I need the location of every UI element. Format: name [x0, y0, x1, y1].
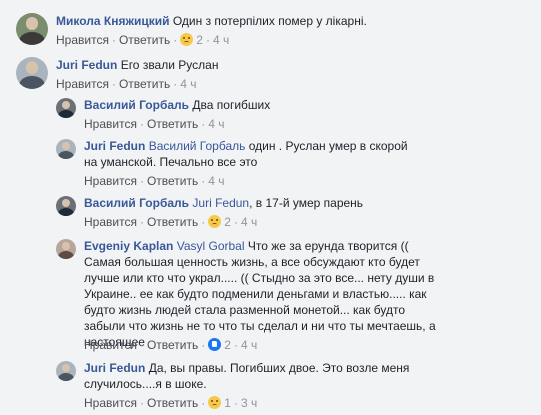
reply-link[interactable]: Ответить: [147, 396, 198, 410]
like-reaction-icon[interactable]: [208, 338, 222, 351]
comment-time[interactable]: 4 ч: [213, 33, 229, 47]
avatar[interactable]: [56, 196, 76, 216]
comment-text: Его звали Руслан: [120, 58, 219, 72]
reaction-count[interactable]: 2: [224, 215, 231, 229]
like-link[interactable]: Нравится: [84, 338, 137, 352]
like-link[interactable]: Нравится: [84, 396, 137, 410]
comment-author[interactable]: Juri Fedun: [56, 58, 117, 72]
like-link[interactable]: Нравится: [84, 117, 137, 131]
comment-mention[interactable]: Juri Fedun: [192, 196, 249, 210]
like-link[interactable]: Нравится: [56, 77, 109, 91]
comment-actions: Нравится · Ответить · 4 ч: [84, 117, 225, 131]
avatar[interactable]: [16, 57, 48, 89]
comment-body: Микола Княжицкий Один з потерпілих помер…: [56, 13, 526, 29]
avatar[interactable]: [16, 13, 48, 45]
reply-link[interactable]: Ответить: [147, 338, 198, 352]
comment-actions: Нравится · Ответить · 4 ч: [56, 77, 197, 91]
avatar[interactable]: [56, 239, 76, 259]
comment-body: Василий Горбаль Juri Fedun, в 17-й умер …: [84, 195, 524, 211]
comment-text: , в 17-й умер парень: [249, 196, 364, 210]
comment-mention[interactable]: Василий Горбаль: [149, 139, 246, 153]
reaction-count[interactable]: 2: [224, 338, 231, 352]
reaction-count[interactable]: 2: [196, 33, 203, 47]
comment-body: Juri Fedun Его звали Руслан: [56, 57, 526, 73]
like-link[interactable]: Нравится: [84, 174, 137, 188]
avatar[interactable]: [56, 139, 76, 159]
comment-author[interactable]: Juri Fedun: [84, 361, 145, 375]
reaction-count[interactable]: 1: [224, 396, 231, 410]
comment-actions: Нравится · Ответить · 4 ч: [84, 174, 225, 188]
reply-link[interactable]: Ответить: [147, 215, 198, 229]
avatar[interactable]: [56, 98, 76, 118]
comment-text: Что же за ерунда творится (( Самая больш…: [84, 239, 436, 349]
sad-reaction-icon[interactable]: [208, 215, 222, 228]
comment-author[interactable]: Микола Княжицкий: [56, 14, 169, 28]
comment-actions: Нравится · Ответить · 2 · 4 ч: [84, 338, 258, 352]
reply-link[interactable]: Ответить: [147, 174, 198, 188]
comment-actions: Нравится · Ответить · 1 · 3 ч: [84, 396, 258, 410]
like-link[interactable]: Нравится: [56, 33, 109, 47]
comment-author[interactable]: Evgeniy Kaplan: [84, 239, 173, 253]
comment-text: Два погибших: [192, 98, 271, 112]
comment-time[interactable]: 4 ч: [241, 215, 257, 229]
comment-body: Evgeniy Kaplan Vasyl Gorbal Что же за ер…: [84, 238, 442, 350]
comment-time[interactable]: 3 ч: [241, 396, 257, 410]
comment-time[interactable]: 4 ч: [241, 338, 257, 352]
sad-reaction-icon[interactable]: [208, 396, 222, 409]
comment-actions: Нравится · Ответить · 2 · 4 ч: [84, 215, 258, 229]
comment-body: Juri Fedun Да, вы правы. Погибших двое. …: [84, 360, 434, 392]
reply-link[interactable]: Ответить: [119, 33, 170, 47]
comment-time[interactable]: 4 ч: [208, 117, 224, 131]
avatar[interactable]: [56, 361, 76, 381]
comment-mention[interactable]: Vasyl Gorbal: [177, 239, 245, 253]
comment-text: Один з потерпілих помер у лікарні.: [172, 14, 367, 28]
comment-author[interactable]: Василий Горбаль: [84, 196, 189, 210]
comment-author[interactable]: Juri Fedun: [84, 139, 145, 153]
reply-link[interactable]: Ответить: [119, 77, 170, 91]
like-link[interactable]: Нравится: [84, 215, 137, 229]
comment-body: Василий Горбаль Два погибших: [84, 97, 524, 113]
comment-body: Juri Fedun Василий Горбаль один . Руслан…: [84, 138, 424, 170]
comment-author[interactable]: Василий Горбаль: [84, 98, 189, 112]
sad-reaction-icon[interactable]: [180, 33, 194, 46]
comment-actions: Нравится · Ответить · 2 · 4 ч: [56, 33, 230, 47]
reply-link[interactable]: Ответить: [147, 117, 198, 131]
comment-time[interactable]: 4 ч: [180, 77, 196, 91]
comment-time[interactable]: 4 ч: [208, 174, 224, 188]
